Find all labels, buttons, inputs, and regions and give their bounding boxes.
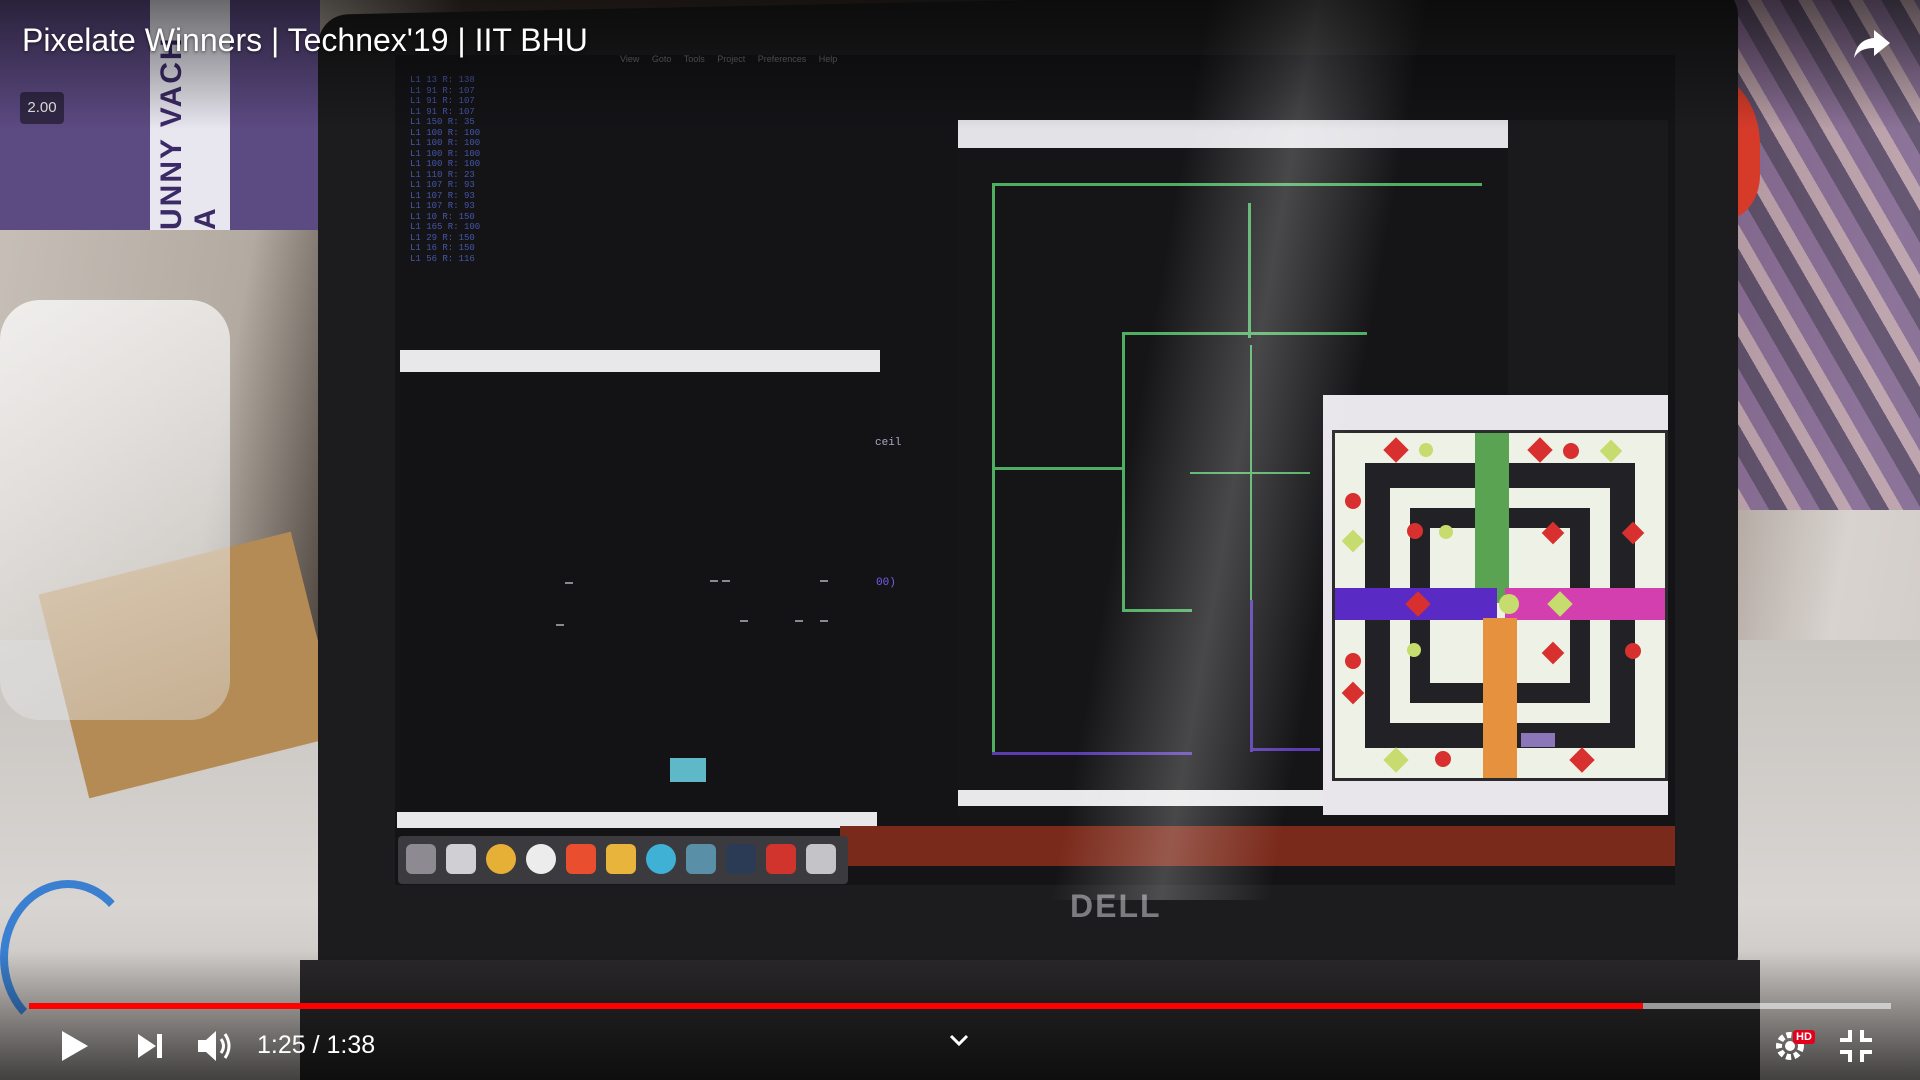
next-button[interactable] [134,1030,166,1062]
render-window-footer [397,812,877,828]
app-dock [398,836,848,884]
play-button[interactable] [56,1028,92,1064]
time-display: 1:25 / 1:38 [257,1031,376,1059]
render-window [400,350,880,852]
hd-badge: HD [1793,1030,1815,1044]
volume-icon [198,1031,231,1061]
volume-button[interactable] [196,1028,238,1064]
playback-speed-badge: 2.00 [20,92,64,124]
video-title[interactable]: Pixelate Winners | Technex'19 | IIT BHU [22,22,588,59]
share-icon[interactable] [1852,26,1892,62]
screen-label-2: 00) [876,577,896,589]
chevron-down-icon[interactable] [947,1031,971,1049]
screen-label-1: ceil [875,437,902,449]
arena-image [1332,430,1668,781]
exit-fullscreen-icon [1840,1030,1872,1062]
progress-played [29,1003,1644,1009]
play-icon [62,1031,88,1061]
editor-side-panel [1508,120,1668,400]
graph-edge [992,467,1124,470]
exit-fullscreen-button[interactable] [1838,1028,1874,1064]
plastic-container [0,300,230,720]
top-gradient [0,0,1920,130]
bottom-gradient [0,950,1920,1080]
video-frame[interactable]: UNNY VACH A DELL L1 13 R: 138 L1 91 R: 1… [0,0,1920,1080]
bot-sprite [670,758,706,782]
next-icon [138,1034,162,1058]
